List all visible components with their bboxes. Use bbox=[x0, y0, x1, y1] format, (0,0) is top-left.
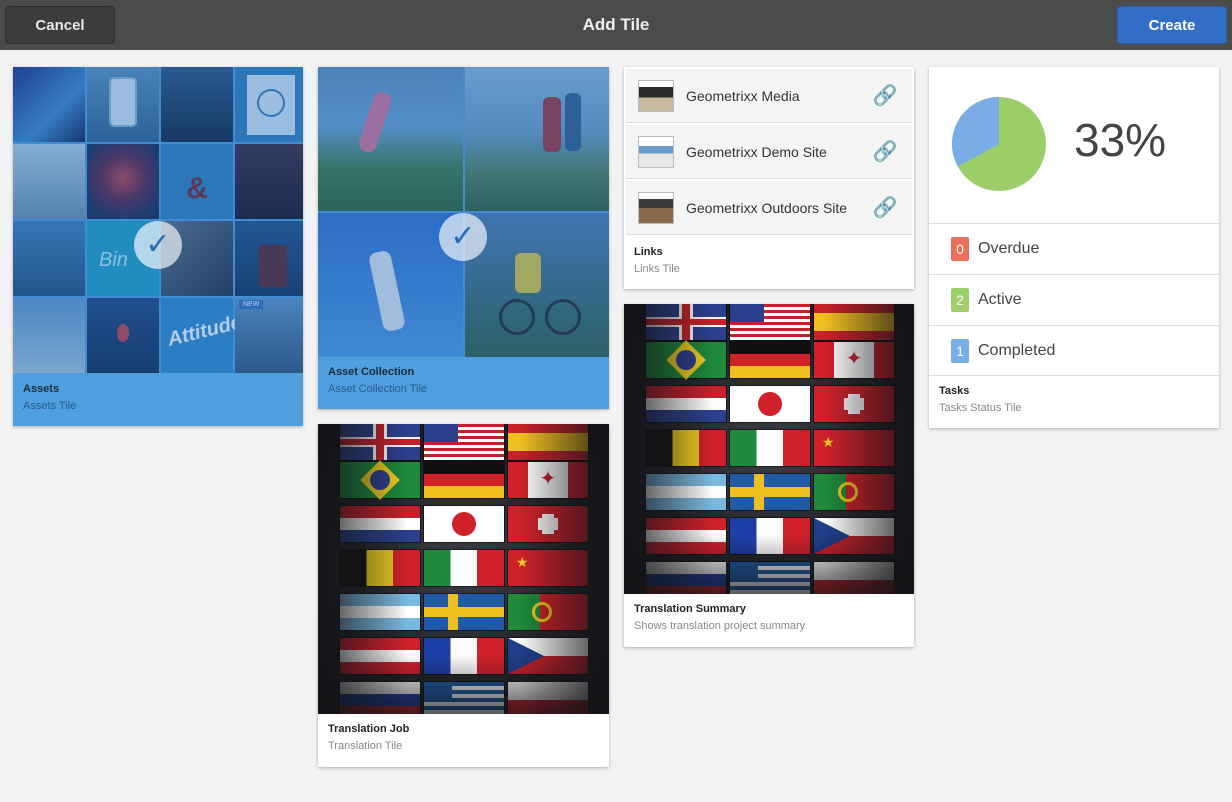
tile-tasks[interactable]: 33% 0 Overdue 2 Active 1 Completed Tasks… bbox=[929, 67, 1219, 428]
portugal-flag-icon bbox=[508, 594, 588, 630]
sweden-flag-icon bbox=[424, 594, 504, 630]
task-row-completed[interactable]: 1 Completed bbox=[929, 325, 1219, 375]
site-thumbnail bbox=[638, 135, 674, 168]
task-label: Completed bbox=[978, 341, 1056, 359]
tile-assets[interactable]: & Bin Attitude NEW ✓ Assets Assets Tile bbox=[13, 67, 303, 426]
tile-subtitle: Shows translation project summary bbox=[634, 620, 806, 632]
spain-flag-icon bbox=[814, 304, 894, 340]
netherlands-flag-icon bbox=[646, 386, 726, 422]
link-label: Geometrixx Media bbox=[686, 87, 800, 104]
tile-subtitle: Translation Tile bbox=[328, 740, 403, 752]
link-item-geometrixx-outdoors-site[interactable]: Geometrixx Outdoors Site 🔗 bbox=[626, 181, 912, 235]
assets-mosaic: & Bin Attitude NEW bbox=[13, 67, 303, 373]
us-flag-icon bbox=[424, 424, 504, 460]
cancel-button[interactable]: Cancel bbox=[5, 6, 115, 44]
tile-subtitle: Assets Tile bbox=[23, 400, 77, 412]
tile-asset-collection[interactable]: ✓ Asset Collection Asset Collection Tile bbox=[318, 67, 609, 409]
greece-flag-icon bbox=[730, 562, 810, 594]
tile-subtitle: Tasks Status Tile bbox=[939, 402, 1022, 414]
switzerland-flag-icon bbox=[508, 506, 588, 542]
link-label: Geometrixx Outdoors Site bbox=[686, 199, 848, 216]
france-flag-icon bbox=[730, 518, 810, 554]
link-label: Geometrixx Demo Site bbox=[686, 143, 827, 160]
tile-title: Translation Summary bbox=[634, 603, 746, 615]
site-thumbnail bbox=[638, 79, 674, 112]
flags-image: ✦ ★ bbox=[624, 304, 914, 594]
flags-image: ✦ ★ bbox=[318, 424, 609, 714]
uk-flag-icon bbox=[340, 424, 420, 460]
tile-links[interactable]: Geometrixx Media 🔗 Geometrixx Demo Site … bbox=[624, 67, 914, 289]
collection-grid bbox=[318, 67, 609, 357]
poland-flag-icon bbox=[814, 562, 894, 594]
sweden-flag-icon bbox=[730, 474, 810, 510]
new-badge: NEW bbox=[239, 300, 264, 309]
link-item-geometrixx-media[interactable]: Geometrixx Media 🔗 bbox=[626, 69, 912, 123]
selected-check-icon: ✓ bbox=[134, 221, 182, 269]
link-icon[interactable]: 🔗 bbox=[870, 139, 900, 164]
switzerland-flag-icon bbox=[814, 386, 894, 422]
completed-count-badge: 1 bbox=[951, 338, 969, 363]
austria-flag-icon bbox=[646, 518, 726, 554]
belgium-flag-icon bbox=[340, 550, 420, 586]
uk-flag-icon bbox=[646, 304, 726, 340]
selected-check-icon: ✓ bbox=[439, 213, 487, 261]
greece-flag-icon bbox=[424, 682, 504, 714]
canada-flag-icon: ✦ bbox=[508, 462, 588, 498]
task-label: Active bbox=[978, 290, 1022, 308]
austria-flag-icon bbox=[340, 638, 420, 674]
germany-flag-icon bbox=[730, 342, 810, 378]
spain-flag-icon bbox=[508, 424, 588, 460]
tile-translation-job[interactable]: ✦ ★ Translation Job Translation Tile bbox=[318, 424, 609, 767]
us-flag-icon bbox=[730, 304, 810, 340]
link-item-geometrixx-demo-site[interactable]: Geometrixx Demo Site 🔗 bbox=[626, 125, 912, 179]
germany-flag-icon bbox=[424, 462, 504, 498]
netherlands-flag-icon bbox=[340, 506, 420, 542]
task-row-active[interactable]: 2 Active bbox=[929, 274, 1219, 324]
tile-translation-summary[interactable]: ✦ ★ Translation Summary Shows translatio… bbox=[624, 304, 914, 647]
tile-title: Translation Job bbox=[328, 723, 410, 735]
tasks-pie-chart bbox=[952, 97, 1046, 191]
china-flag-icon: ★ bbox=[814, 430, 894, 466]
task-row-overdue[interactable]: 0 Overdue bbox=[929, 223, 1219, 273]
china-flag-icon: ★ bbox=[508, 550, 588, 586]
task-label: Overdue bbox=[978, 239, 1040, 257]
completion-percent: 33% bbox=[1074, 114, 1167, 166]
italy-flag-icon bbox=[424, 550, 504, 586]
link-icon[interactable]: 🔗 bbox=[870, 195, 900, 220]
brazil-flag-icon bbox=[340, 460, 420, 500]
portugal-flag-icon bbox=[814, 474, 894, 510]
tile-title: Asset Collection bbox=[328, 366, 415, 378]
czech-flag-icon bbox=[814, 518, 894, 554]
japan-flag-icon bbox=[424, 506, 504, 542]
czech-flag-icon bbox=[508, 638, 588, 674]
create-button[interactable]: Create bbox=[1117, 6, 1227, 44]
tile-subtitle: Asset Collection Tile bbox=[328, 383, 428, 395]
belgium-flag-icon bbox=[646, 430, 726, 466]
canada-flag-icon: ✦ bbox=[814, 342, 894, 378]
brazil-flag-icon bbox=[646, 340, 726, 380]
top-bar: Cancel Add Tile Create bbox=[0, 0, 1232, 50]
russia-flag-icon bbox=[646, 562, 726, 594]
italy-flag-icon bbox=[730, 430, 810, 466]
page-title: Add Tile bbox=[582, 15, 650, 34]
tile-subtitle: Links Tile bbox=[634, 263, 680, 275]
overdue-count-badge: 0 bbox=[951, 236, 969, 261]
poland-flag-icon bbox=[508, 682, 588, 714]
active-count-badge: 2 bbox=[951, 287, 969, 312]
argentina-flag-icon bbox=[340, 594, 420, 630]
tile-title: Assets bbox=[23, 383, 60, 395]
tile-title: Tasks bbox=[939, 385, 970, 397]
argentina-flag-icon bbox=[646, 474, 726, 510]
france-flag-icon bbox=[424, 638, 504, 674]
russia-flag-icon bbox=[340, 682, 420, 714]
link-icon[interactable]: 🔗 bbox=[870, 83, 900, 108]
japan-flag-icon bbox=[730, 386, 810, 422]
site-thumbnail bbox=[638, 191, 674, 224]
tile-title: Links bbox=[634, 246, 663, 258]
